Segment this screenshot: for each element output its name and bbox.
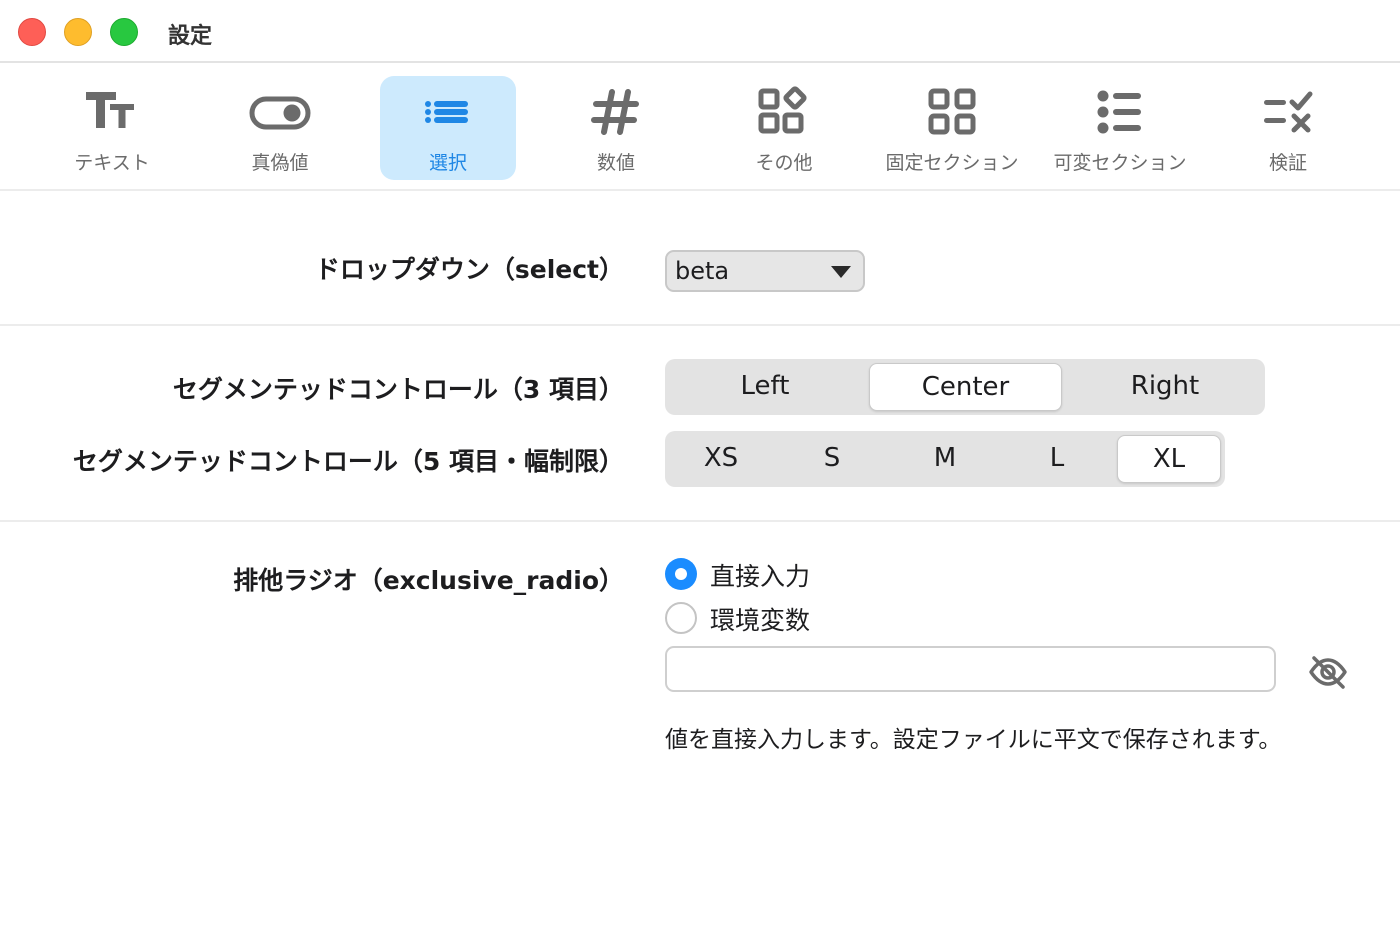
zoom-window-button[interactable] bbox=[110, 18, 138, 46]
tab-fixed-section[interactable]: 固定セクション bbox=[884, 76, 1020, 180]
radio-direct-input[interactable] bbox=[665, 558, 697, 590]
checklist-icon bbox=[1264, 91, 1313, 133]
close-window-button[interactable] bbox=[18, 18, 46, 46]
section-divider bbox=[0, 520, 1400, 522]
segment-xl[interactable]: XL bbox=[1117, 435, 1221, 483]
dropdown-value: beta bbox=[675, 257, 730, 285]
minimize-window-button[interactable] bbox=[64, 18, 92, 46]
bullet-list-icon bbox=[1097, 90, 1141, 134]
tab-boolean[interactable]: 真偽値 bbox=[212, 76, 348, 180]
tab-validation-label: 検証 bbox=[1268, 152, 1307, 174]
chevron-down-icon bbox=[831, 266, 851, 278]
tab-variable-section-label: 可変セクション bbox=[1053, 152, 1187, 174]
radio-env-var-label[interactable]: 環境変数 bbox=[710, 601, 810, 637]
tab-boolean-label: 真偽値 bbox=[251, 152, 309, 174]
tab-select-label: 選択 bbox=[428, 152, 467, 174]
segment-right[interactable]: Right bbox=[1069, 363, 1261, 411]
number-sign-icon bbox=[591, 89, 639, 135]
segment-l[interactable]: L bbox=[1005, 435, 1109, 483]
tab-number[interactable]: 数値 bbox=[548, 76, 684, 180]
tab-select[interactable]: 選択 bbox=[380, 76, 516, 180]
dropdown-label: ドロップダウン（select） bbox=[314, 255, 624, 284]
tab-text[interactable]: テキスト bbox=[44, 76, 180, 180]
dropdown-select[interactable]: beta bbox=[665, 250, 865, 292]
window-title: 設定 bbox=[168, 24, 213, 49]
segment-m[interactable]: M bbox=[893, 435, 997, 483]
tab-text-label: テキスト bbox=[74, 152, 150, 174]
secret-value-input[interactable] bbox=[665, 646, 1276, 692]
tab-other-label: その他 bbox=[755, 152, 813, 174]
segmented5-label: セグメンテッドコントロール（5 項目・幅制限） bbox=[72, 447, 624, 476]
list-select-icon bbox=[425, 101, 468, 123]
segment-xs[interactable]: XS bbox=[669, 435, 773, 483]
tab-other[interactable]: その他 bbox=[716, 76, 852, 180]
text-format-icon bbox=[86, 92, 134, 128]
grid-squares-icon bbox=[928, 88, 976, 135]
grid-diamond-icon bbox=[758, 86, 807, 134]
exclusive-radio-label: 排他ラジオ（exclusive_radio） bbox=[233, 566, 624, 595]
eye-slash-icon[interactable] bbox=[1306, 652, 1350, 692]
radio-env-var[interactable] bbox=[665, 602, 697, 634]
title-bar: 設定 bbox=[0, 0, 1400, 63]
tab-fixed-section-label: 固定セクション bbox=[885, 152, 1019, 174]
segmented-control-3: Left Center Right bbox=[665, 359, 1265, 415]
segment-s[interactable]: S bbox=[780, 435, 884, 483]
segmented3-label: セグメンテッドコントロール（3 項目） bbox=[172, 375, 624, 404]
toggle-icon bbox=[249, 96, 311, 130]
section-divider bbox=[0, 324, 1400, 326]
tab-variable-section[interactable]: 可変セクション bbox=[1052, 76, 1188, 180]
help-text: 値を直接入力します。設定ファイルに平文で保存されます。 bbox=[665, 727, 1282, 753]
segment-center[interactable]: Center bbox=[869, 363, 1062, 411]
radio-direct-input-label[interactable]: 直接入力 bbox=[710, 557, 810, 593]
tab-validation[interactable]: 検証 bbox=[1220, 76, 1356, 180]
tab-number-label: 数値 bbox=[596, 152, 635, 174]
settings-toolbar: テキスト 真偽値 選択 数値 その他 固定セクション 可変セクション 検証 bbox=[0, 65, 1400, 191]
segmented-control-5: XS S M L XL bbox=[665, 431, 1225, 487]
segment-left[interactable]: Left bbox=[669, 363, 861, 411]
